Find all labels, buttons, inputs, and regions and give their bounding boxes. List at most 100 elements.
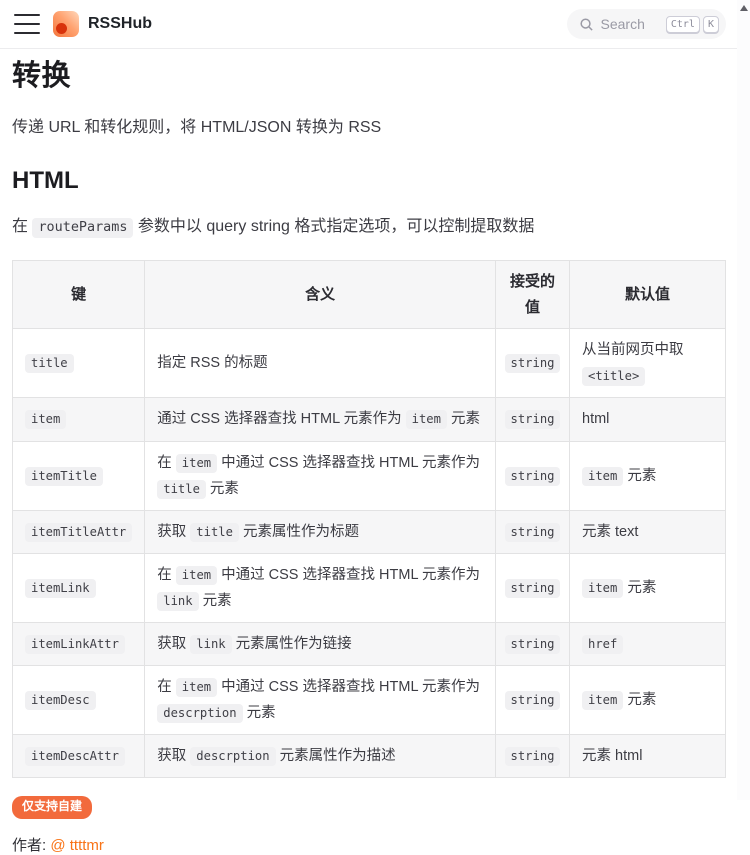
cell-accepted: string <box>496 623 570 666</box>
inline-code: link <box>157 592 198 611</box>
cell-accepted: string <box>496 666 570 735</box>
author-label: 作者: <box>12 837 46 854</box>
table-row: title 指定 RSS 的标题 string 从当前网页中取 <title> <box>13 329 726 398</box>
cell-meaning: 获取 descrption 元素属性作为描述 <box>145 735 496 778</box>
app-header: RSSHub Search Ctrl K <box>0 0 750 49</box>
brand-home-link[interactable]: RSSHub <box>53 11 152 37</box>
inline-code: title <box>25 354 74 373</box>
cell-key: itemTitle <box>13 441 145 510</box>
search-icon <box>579 17 594 32</box>
inline-code: href <box>582 635 623 654</box>
table-row: itemDescAttr 获取 descrption 元素属性作为描述 string… <box>13 735 726 778</box>
inline-code: itemTitleAttr <box>25 523 132 542</box>
cell-meaning: 通过 CSS 选择器查找 HTML 元素作为 item 元素 <box>145 398 496 441</box>
section-heading-html: HTML <box>12 167 738 195</box>
cell-accepted: string <box>496 441 570 510</box>
inline-code: item <box>582 691 623 710</box>
scrollbar[interactable] <box>737 0 750 800</box>
inline-code: item <box>582 467 623 486</box>
cell-meaning: 指定 RSS 的标题 <box>145 329 496 398</box>
inline-code: routeParams <box>32 218 133 238</box>
inline-code: string <box>505 635 561 654</box>
inline-code: itemDesc <box>25 691 96 710</box>
table-row: itemTitleAttr 获取 title 元素属性作为标题 string 元素 t… <box>13 510 726 553</box>
inline-code: <title> <box>582 367 645 386</box>
inline-code: item <box>176 678 217 697</box>
inline-code: item <box>25 410 66 429</box>
main-content: 转换 传递 URL 和转化规则，将 HTML/JSON 转换为 RSS HTML… <box>0 58 750 855</box>
logo-dot <box>56 23 67 34</box>
cell-key: itemLink <box>13 553 145 622</box>
table-row: itemDesc 在 item 中通过 CSS 选择器查找 HTML 元素作为 d… <box>13 666 726 735</box>
table-header-row: 键 含义 接受的值 默认值 <box>13 261 726 329</box>
cell-accepted: string <box>496 398 570 441</box>
table-row: item通过 CSS 选择器查找 HTML 元素作为 item 元素string… <box>13 398 726 441</box>
cell-key: itemDescAttr <box>13 735 145 778</box>
inline-code: title <box>157 480 206 499</box>
page-subtitle: 传递 URL 和转化规则，将 HTML/JSON 转换为 RSS <box>12 116 738 140</box>
cell-default: href <box>570 623 726 666</box>
inline-code: descrption <box>157 704 242 723</box>
menu-button[interactable] <box>14 14 40 34</box>
inline-code: itemLinkAttr <box>25 635 125 654</box>
cell-meaning: 在 item 中通过 CSS 选择器查找 HTML 元素作为 descrptio… <box>145 666 496 735</box>
cell-accepted: string <box>496 329 570 398</box>
cell-default: item 元素 <box>570 666 726 735</box>
inline-code: title <box>190 523 239 542</box>
page-title: 转换 <box>12 58 738 96</box>
cell-default: item 元素 <box>570 441 726 510</box>
inline-code: item <box>176 454 217 473</box>
cell-key: itemLinkAttr <box>13 623 145 666</box>
table-head: 键 含义 接受的值 默认值 <box>13 261 726 329</box>
scrollbar-up-arrow[interactable] <box>740 5 748 11</box>
search-box[interactable]: Search Ctrl K <box>567 9 726 39</box>
inline-code: string <box>505 747 561 766</box>
section-intro: 在 routeParams 参数中以 query string 格式指定选项，可… <box>12 214 738 240</box>
table-row: itemLinkAttr 获取 link 元素属性作为链接 string href <box>13 623 726 666</box>
inline-code: itemLink <box>25 579 96 598</box>
table-body: title 指定 RSS 的标题 string 从当前网页中取 <title> item… <box>13 329 726 778</box>
cell-key: item <box>13 398 145 441</box>
cell-default: item 元素 <box>570 553 726 622</box>
brand-name: RSSHub <box>88 15 152 33</box>
params-table: 键 含义 接受的值 默认值 title 指定 RSS 的标题 string 从当前网页… <box>12 260 726 778</box>
inline-code: itemDescAttr <box>25 747 125 766</box>
inline-code: string <box>505 467 561 486</box>
cell-accepted: string <box>496 510 570 553</box>
inline-code: itemTitle <box>25 467 103 486</box>
cell-accepted: string <box>496 735 570 778</box>
inline-code: string <box>505 354 561 373</box>
inline-code: string <box>505 410 561 429</box>
cell-meaning: 在 item 中通过 CSS 选择器查找 HTML 元素作为 title 元素 <box>145 441 496 510</box>
kbd-k: K <box>703 16 719 33</box>
inline-code: link <box>190 635 231 654</box>
cell-key: itemTitleAttr <box>13 510 145 553</box>
rsshub-logo-icon <box>53 11 79 37</box>
col-header-key: 键 <box>13 261 145 329</box>
col-header-accepted: 接受的值 <box>496 261 570 329</box>
inline-code: item <box>406 410 447 429</box>
cell-meaning: 在 item 中通过 CSS 选择器查找 HTML 元素作为 link 元素 <box>145 553 496 622</box>
cell-meaning: 获取 title 元素属性作为标题 <box>145 510 496 553</box>
hamburger-icon <box>14 14 40 16</box>
inline-code: descrption <box>190 747 275 766</box>
col-header-meaning: 含义 <box>145 261 496 329</box>
col-header-default: 默认值 <box>570 261 726 329</box>
cell-key: itemDesc <box>13 666 145 735</box>
table-row: itemTitle 在 item 中通过 CSS 选择器查找 HTML 元素作为 … <box>13 441 726 510</box>
cell-default: 元素 text <box>570 510 726 553</box>
kbd-ctrl: Ctrl <box>666 16 700 33</box>
cell-default: html <box>570 398 726 441</box>
cell-accepted: string <box>496 553 570 622</box>
author-link[interactable]: @ ttttmr <box>50 837 104 854</box>
cell-default: 元素 html <box>570 735 726 778</box>
inline-code: item <box>582 579 623 598</box>
cell-default: 从当前网页中取 <title> <box>570 329 726 398</box>
cell-key: title <box>13 329 145 398</box>
table-row: itemLink 在 item 中通过 CSS 选择器查找 HTML 元素作为 l… <box>13 553 726 622</box>
inline-code: string <box>505 523 561 542</box>
cell-meaning: 获取 link 元素属性作为链接 <box>145 623 496 666</box>
inline-code: item <box>176 566 217 585</box>
search-placeholder: Search <box>601 16 645 32</box>
inline-code: string <box>505 691 561 710</box>
